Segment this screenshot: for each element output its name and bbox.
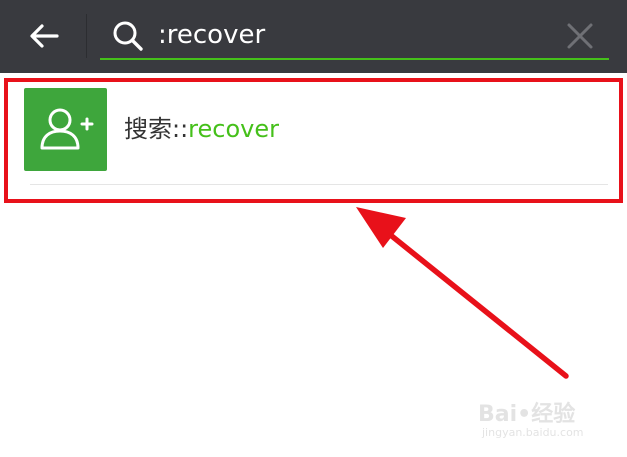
toolbar-divider (86, 14, 87, 58)
search-result-item[interactable]: 搜索::recover (10, 84, 615, 185)
row-divider (30, 184, 608, 185)
search-underline (100, 58, 609, 60)
search-input[interactable] (158, 16, 548, 54)
search-result-label: 搜索::recover (124, 112, 279, 146)
search-bar (100, 10, 610, 60)
top-bar (0, 0, 627, 73)
close-icon[interactable] (562, 18, 598, 54)
back-button[interactable] (20, 14, 68, 58)
watermark: Bai•经验 jingyan.baidu.com (470, 392, 610, 446)
add-contact-icon (24, 88, 107, 171)
watermark-logo: Bai•经验 (478, 402, 576, 427)
search-icon (113, 21, 143, 51)
result-prefix: 搜索:: (124, 115, 189, 143)
back-arrow-icon (30, 24, 59, 48)
result-keyword: recover (188, 115, 279, 143)
watermark-url: jingyan.baidu.com (482, 426, 584, 439)
